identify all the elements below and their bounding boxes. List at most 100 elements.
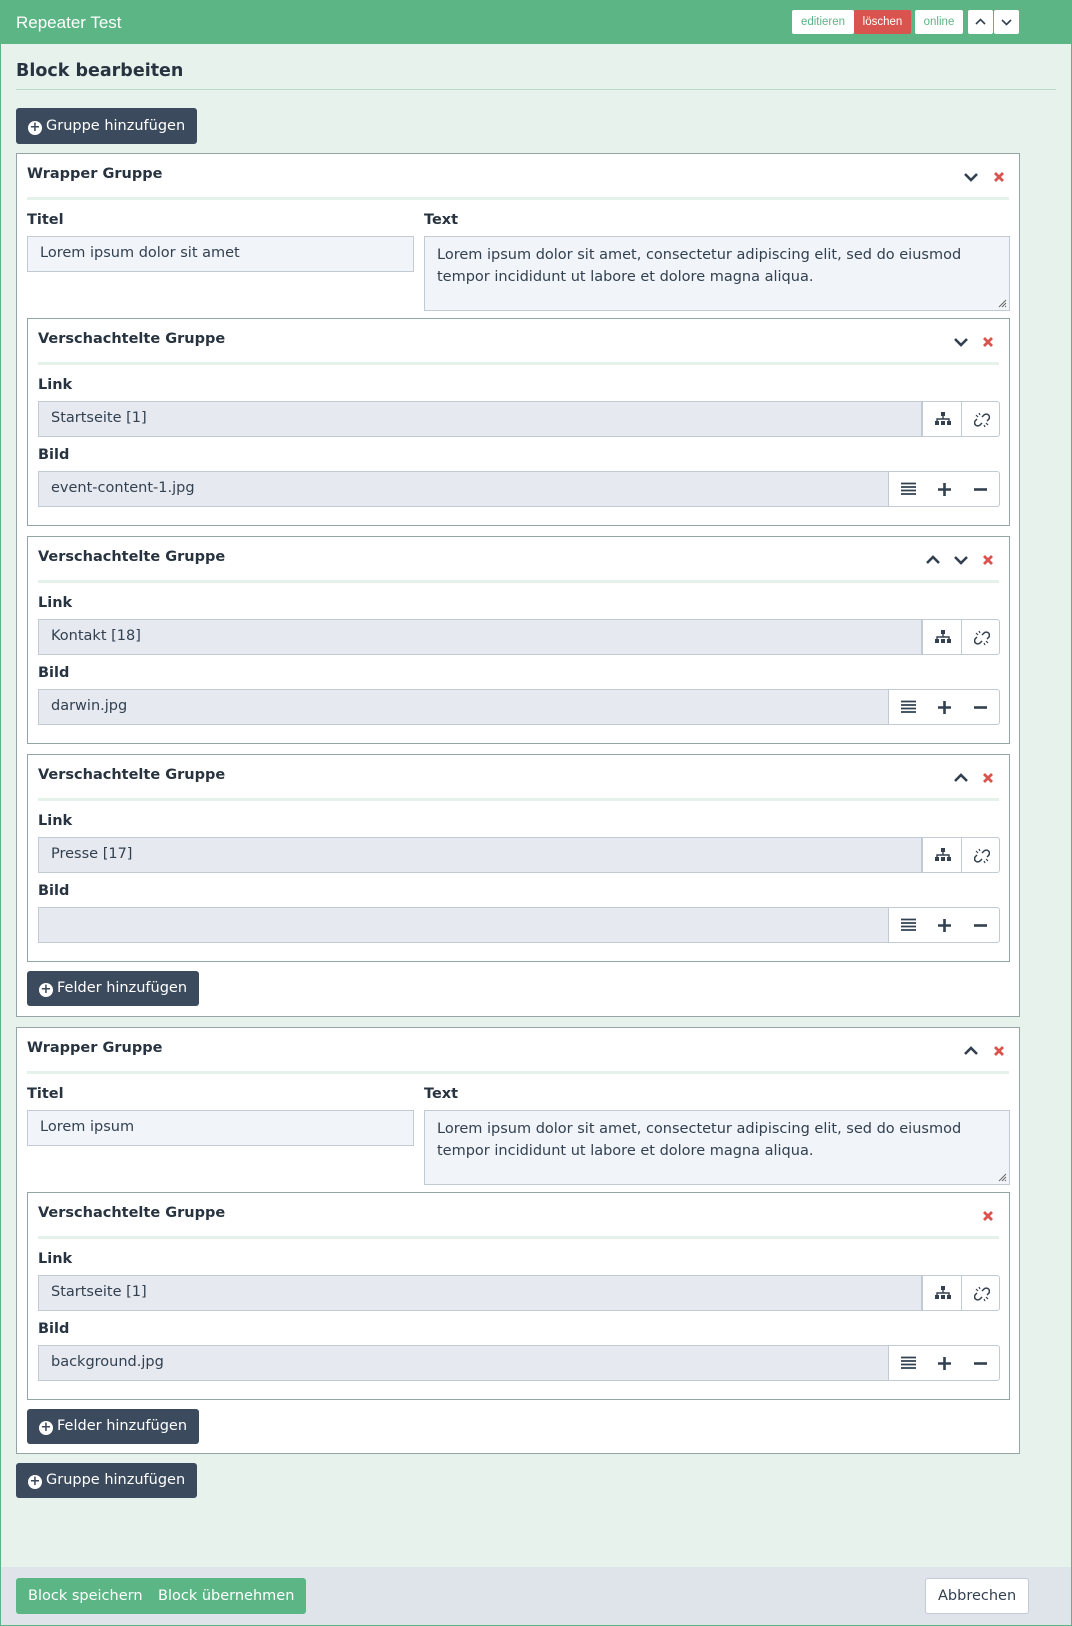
open-mediapool-button[interactable] xyxy=(888,1345,928,1381)
chevron-up-icon[interactable] xyxy=(925,552,941,568)
move-down-button[interactable] xyxy=(994,10,1019,34)
text-value: Lorem ipsum dolor sit amet, consectetur … xyxy=(437,247,962,285)
chevron-up-icon[interactable] xyxy=(963,1043,979,1059)
cancel-button[interactable]: Abbrechen xyxy=(925,1578,1030,1614)
title-input[interactable]: Lorem ipsum dolor sit amet xyxy=(27,236,414,272)
image-label: Bild xyxy=(38,447,70,463)
nested-group-title: Verschachtelte Gruppe xyxy=(38,331,226,347)
move-up-button[interactable] xyxy=(968,10,993,34)
sitemap-button[interactable] xyxy=(922,619,962,655)
group-divider xyxy=(27,197,1009,200)
add-group-button-top[interactable]: + Gruppe hinzufügen xyxy=(16,108,198,144)
image-label: Bild xyxy=(38,665,70,681)
sitemap-icon xyxy=(935,412,951,425)
plus-circle-icon: + xyxy=(39,1420,53,1435)
plus-circle-icon: + xyxy=(28,1474,42,1489)
wrapper-group-2: Wrapper Gruppe Titel Lorem ipsum Text Lo… xyxy=(16,1027,1020,1454)
resize-grip-icon[interactable] xyxy=(997,298,1007,308)
add-media-button[interactable] xyxy=(927,1345,964,1381)
unlink-icon xyxy=(974,412,990,428)
nested-group-2: Verschachtelte Gruppe Link Kontakt [18] … xyxy=(27,536,1010,744)
add-fields-label: Felder hinzufügen xyxy=(57,980,188,996)
nested-group-title: Verschachtelte Gruppe xyxy=(38,549,226,565)
chevron-down-icon xyxy=(1001,19,1012,26)
apply-block-button[interactable]: Block übernehmen xyxy=(146,1578,307,1614)
unlink-icon xyxy=(974,1286,990,1302)
remove-media-button[interactable] xyxy=(963,907,1000,943)
add-media-button[interactable] xyxy=(927,907,964,943)
remove-media-button[interactable] xyxy=(963,471,1000,507)
unlink-button[interactable] xyxy=(962,401,1000,437)
add-fields-button[interactable]: + Felder hinzufügen xyxy=(27,1409,200,1444)
minus-icon xyxy=(974,706,987,709)
close-icon[interactable] xyxy=(980,552,996,568)
open-mediapool-button[interactable] xyxy=(888,907,928,943)
text-label: Text xyxy=(424,1086,459,1102)
unlink-button[interactable] xyxy=(962,1275,1000,1311)
add-media-button[interactable] xyxy=(927,689,964,725)
chevron-down-icon[interactable] xyxy=(963,169,979,185)
close-icon[interactable] xyxy=(980,1208,996,1224)
add-group-label: Gruppe hinzufügen xyxy=(46,1472,186,1488)
add-group-button-bottom[interactable]: + Gruppe hinzufügen xyxy=(16,1463,198,1498)
wrapper-group-1: Wrapper Gruppe Titel Lorem ipsum dolor s… xyxy=(16,153,1020,1017)
close-icon[interactable] xyxy=(980,334,996,350)
plus-circle-icon: + xyxy=(28,120,42,135)
image-field[interactable]: event-content-1.jpg xyxy=(38,471,889,507)
text-textarea[interactable]: Lorem ipsum dolor sit amet, consectetur … xyxy=(424,236,1010,311)
nested-group-1: Verschachtelte Gruppe Link Startseite [1… xyxy=(27,318,1010,526)
wrapper-group-title: Wrapper Gruppe xyxy=(27,1040,163,1056)
link-label: Link xyxy=(38,595,73,611)
close-icon[interactable] xyxy=(991,169,1007,185)
edit-button[interactable]: editieren xyxy=(792,10,854,34)
image-field[interactable] xyxy=(38,907,889,943)
plus-icon xyxy=(938,483,951,496)
chevron-up-icon[interactable] xyxy=(953,770,969,786)
sitemap-button[interactable] xyxy=(922,1275,962,1311)
link-field[interactable]: Startseite [1] xyxy=(38,1275,922,1311)
add-fields-label: Felder hinzufügen xyxy=(57,1418,188,1434)
text-textarea[interactable]: Lorem ipsum dolor sit amet, consectetur … xyxy=(424,1110,1010,1185)
list-icon xyxy=(901,700,916,713)
sitemap-button[interactable] xyxy=(922,837,962,873)
open-mediapool-button[interactable] xyxy=(888,471,928,507)
minus-icon xyxy=(974,488,987,491)
link-label: Link xyxy=(38,1251,73,1267)
plus-circle-icon: + xyxy=(39,982,53,997)
open-mediapool-button[interactable] xyxy=(888,689,928,725)
online-status-button[interactable]: online xyxy=(915,10,963,34)
list-icon xyxy=(901,1356,916,1369)
title-input[interactable]: Lorem ipsum xyxy=(27,1110,414,1146)
remove-media-button[interactable] xyxy=(963,1345,1000,1381)
sitemap-button[interactable] xyxy=(922,401,962,437)
nested-group-3: Verschachtelte Gruppe Link Presse [17] B… xyxy=(27,754,1010,962)
link-field[interactable]: Presse [17] xyxy=(38,837,922,873)
window-title: Repeater Test xyxy=(16,13,122,32)
chevron-down-icon[interactable] xyxy=(953,552,969,568)
group-divider xyxy=(38,362,999,365)
link-label: Link xyxy=(38,377,73,393)
chevron-down-icon[interactable] xyxy=(953,334,969,350)
save-block-button[interactable]: Block speichern xyxy=(16,1578,155,1614)
wrapper-group-title: Wrapper Gruppe xyxy=(27,166,163,182)
sitemap-icon xyxy=(935,630,951,643)
link-field[interactable]: Kontakt [18] xyxy=(38,619,922,655)
add-media-button[interactable] xyxy=(927,471,964,507)
close-icon[interactable] xyxy=(991,1043,1007,1059)
unlink-button[interactable] xyxy=(962,619,1000,655)
edit-block-frame: Repeater Test editieren löschen online B… xyxy=(0,0,1072,1626)
image-label: Bild xyxy=(38,1321,70,1337)
sitemap-icon xyxy=(935,848,951,861)
nested-group-1: Verschachtelte Gruppe Link Startseite [1… xyxy=(27,1192,1010,1400)
image-field[interactable]: darwin.jpg xyxy=(38,689,889,725)
remove-media-button[interactable] xyxy=(963,689,1000,725)
link-field[interactable]: Startseite [1] xyxy=(38,401,922,437)
delete-button[interactable]: löschen xyxy=(854,10,911,34)
close-icon[interactable] xyxy=(980,770,996,786)
add-fields-button[interactable]: + Felder hinzufügen xyxy=(27,971,200,1006)
text-value: Lorem ipsum dolor sit amet, consectetur … xyxy=(437,1121,962,1159)
image-field[interactable]: background.jpg xyxy=(38,1345,889,1381)
unlink-button[interactable] xyxy=(962,837,1000,873)
page-title: Block bearbeiten xyxy=(16,61,184,81)
resize-grip-icon[interactable] xyxy=(997,1172,1007,1182)
